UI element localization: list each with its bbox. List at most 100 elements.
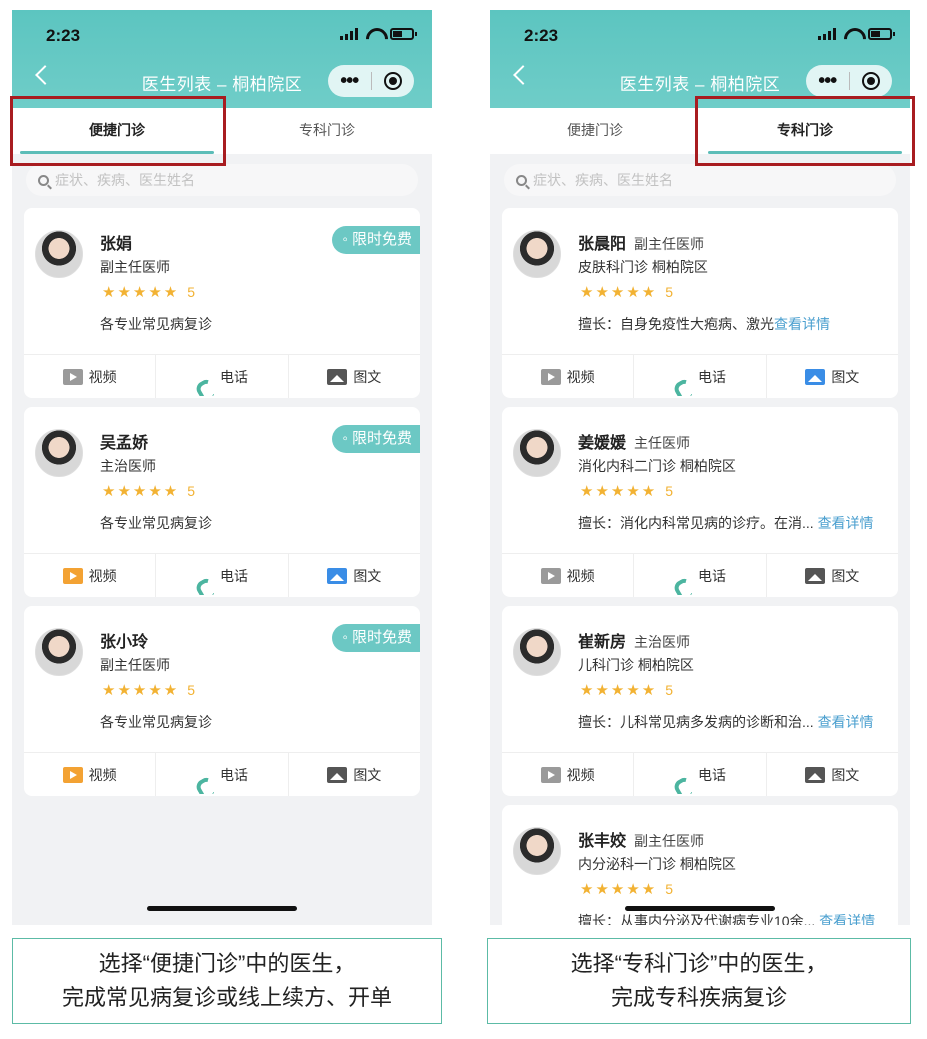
phone-consult-button[interactable]: 电话 [156, 753, 289, 796]
doctor-card[interactable]: 姜媛媛 主任医师 消化内科二门诊 桐柏院区 ★★★★★ 5 擅长：消化内科常见病的诊… [502, 407, 898, 597]
video-icon [62, 567, 83, 584]
rating-stars: ★★★★★ 5 [102, 483, 196, 500]
more-options-button[interactable]: ••• [806, 67, 849, 95]
close-miniprogram-button[interactable] [371, 72, 414, 90]
doctor-desc: 各专业常见病复诊 [100, 515, 212, 531]
text-consult-button[interactable]: 图文 [767, 355, 898, 398]
doctor-card[interactable]: 张晨阳 副主任医师 皮肤科门诊 桐柏院区 ★★★★★ 5 擅长：自身免疫性大疱病、激… [502, 208, 898, 398]
doctor-title: 主治医师 [100, 458, 156, 474]
doctor-title: 副主任医师 [634, 833, 705, 849]
text-consult-button[interactable]: 图文 [289, 554, 420, 597]
rating-score: 5 [665, 682, 674, 698]
text-consult-button[interactable]: 图文 [289, 753, 420, 796]
status-time: 2:23 [46, 26, 81, 45]
video-consult-button[interactable]: 视频 [24, 554, 157, 597]
image-text-icon [327, 368, 348, 385]
consult-actions: 视频 电话 图文 [24, 752, 420, 796]
doctor-name: 张晨阳 副主任医师 [578, 230, 704, 254]
search-input[interactable]: 症状、疾病、医生姓名 [26, 164, 418, 196]
doctor-avatar [513, 429, 561, 477]
wifi-icon [844, 28, 860, 40]
text-consult-button[interactable]: 图文 [767, 753, 898, 796]
status-time: 2:23 [524, 26, 559, 45]
close-miniprogram-button[interactable] [849, 72, 892, 90]
phone-consult-button[interactable]: 电话 [156, 355, 289, 398]
video-consult-button[interactable]: 视频 [24, 355, 157, 398]
video-icon [62, 368, 83, 385]
tab-quick-clinic[interactable]: 便捷门诊 [490, 108, 700, 154]
doctor-desc: 擅长：从事内分泌及代谢病专业10余... 查看详情 [578, 911, 888, 925]
battery-icon [868, 28, 895, 40]
caption-left-line1: 选择“便捷门诊”中的医生， [98, 951, 356, 976]
search-placeholder: 症状、疾病、医生姓名 [533, 172, 673, 188]
more-options-button[interactable]: ••• [328, 67, 371, 95]
highlight-specialist-clinic-tab [695, 96, 915, 166]
status-icons [818, 28, 895, 40]
view-details-link[interactable]: 查看详情 [819, 913, 875, 925]
text-consult-button[interactable]: 图文 [289, 355, 420, 398]
doctor-avatar [35, 429, 83, 477]
rating-score: 5 [665, 881, 674, 897]
pic-label: 图文 [831, 567, 860, 584]
phone-consult-button[interactable]: 电话 [634, 753, 767, 796]
doctor-card[interactable]: 张娟 副主任医师 ★★★★★ 5 各专业常见病复诊 ◦ 限时免费 视频 电话 图文 [24, 208, 420, 398]
consult-actions: 视频 电话 图文 [502, 354, 898, 398]
free-badge: ◦ 限时免费 [332, 226, 420, 254]
home-indicator [147, 906, 297, 911]
tab-specialist-clinic[interactable]: 专科门诊 [222, 108, 432, 154]
doctor-card[interactable]: 吴孟娇 主治医师 ★★★★★ 5 各专业常见病复诊 ◦ 限时免费 视频 电话 图文 [24, 407, 420, 597]
doctor-name: 吴孟娇 [100, 435, 149, 452]
doctor-card[interactable]: 张小玲 副主任医师 ★★★★★ 5 各专业常见病复诊 ◦ 限时免费 视频 电话 图… [24, 606, 420, 796]
doctor-desc: 擅长：消化内科常见病的诊疗。在消... 查看详情 [578, 513, 888, 533]
doctor-name: 张娟 [100, 236, 133, 253]
video-icon [540, 766, 561, 783]
video-icon [62, 766, 83, 783]
rating-stars: ★★★★★ 5 [580, 682, 674, 699]
video-consult-button[interactable]: 视频 [502, 355, 635, 398]
video-label: 视频 [88, 766, 117, 783]
doctor-card[interactable]: 崔新房 主治医师 儿科门诊 桐柏院区 ★★★★★ 5 擅长：儿科常见病多发病的诊断和… [502, 606, 898, 796]
nav-header: 2:23 医生列表 – 桐柏院区 ••• [490, 10, 910, 108]
wifi-icon [366, 28, 382, 40]
video-consult-button[interactable]: 视频 [502, 554, 635, 597]
rating-stars: ★★★★★ 5 [580, 483, 674, 500]
mini-program-capsule: ••• [806, 65, 892, 97]
doctor-desc: 各专业常见病复诊 [100, 714, 212, 730]
phone-consult-button[interactable]: 电话 [634, 355, 767, 398]
image-text-icon [327, 766, 348, 783]
caption-right: 选择“专科门诊”中的医生， 完成专科疾病复诊 [487, 938, 911, 1024]
view-details-link[interactable]: 查看详情 [818, 515, 874, 531]
free-badge: ◦ 限时免费 [332, 425, 420, 453]
phone-consult-button[interactable]: 电话 [634, 554, 767, 597]
text-consult-button[interactable]: 图文 [767, 554, 898, 597]
battery-icon [390, 28, 417, 40]
doctor-name: 张丰姣 副主任医师 [578, 827, 704, 851]
free-badge: ◦ 限时免费 [332, 624, 420, 652]
view-details-link[interactable]: 查看详情 [818, 714, 874, 730]
video-label: 视频 [88, 368, 117, 385]
phone-icon [674, 776, 692, 794]
phone-consult-button[interactable]: 电话 [156, 554, 289, 597]
video-consult-button[interactable]: 视频 [24, 753, 157, 796]
phone-icon [196, 776, 214, 794]
doctor-name-text: 崔新房 [578, 634, 627, 651]
doctor-title: 副主任医师 [100, 657, 170, 673]
view-details-link[interactable]: 查看详情 [774, 316, 830, 332]
rating-stars: ★★★★★ 5 [102, 284, 196, 301]
doctor-title: 主治医师 [634, 634, 691, 650]
video-icon [540, 368, 561, 385]
home-indicator [625, 906, 775, 911]
phone-label: 电话 [219, 766, 248, 783]
consult-actions: 视频 电话 图文 [502, 752, 898, 796]
video-consult-button[interactable]: 视频 [502, 753, 635, 796]
image-text-icon [805, 368, 826, 385]
phone-label: 电话 [697, 766, 726, 783]
search-input[interactable]: 症状、疾病、医生姓名 [504, 164, 896, 196]
doctor-avatar [35, 230, 83, 278]
rating-stars: ★★★★★ 5 [102, 682, 196, 699]
free-badge-label: 限时免费 [351, 430, 412, 447]
doctor-specialty: 擅长：自身免疫性大疱病、激光 [578, 316, 774, 332]
doctor-avatar [35, 628, 83, 676]
doctor-dept: 消化内科二门诊 桐柏院区 [578, 458, 736, 474]
doctor-title: 副主任医师 [100, 259, 170, 275]
